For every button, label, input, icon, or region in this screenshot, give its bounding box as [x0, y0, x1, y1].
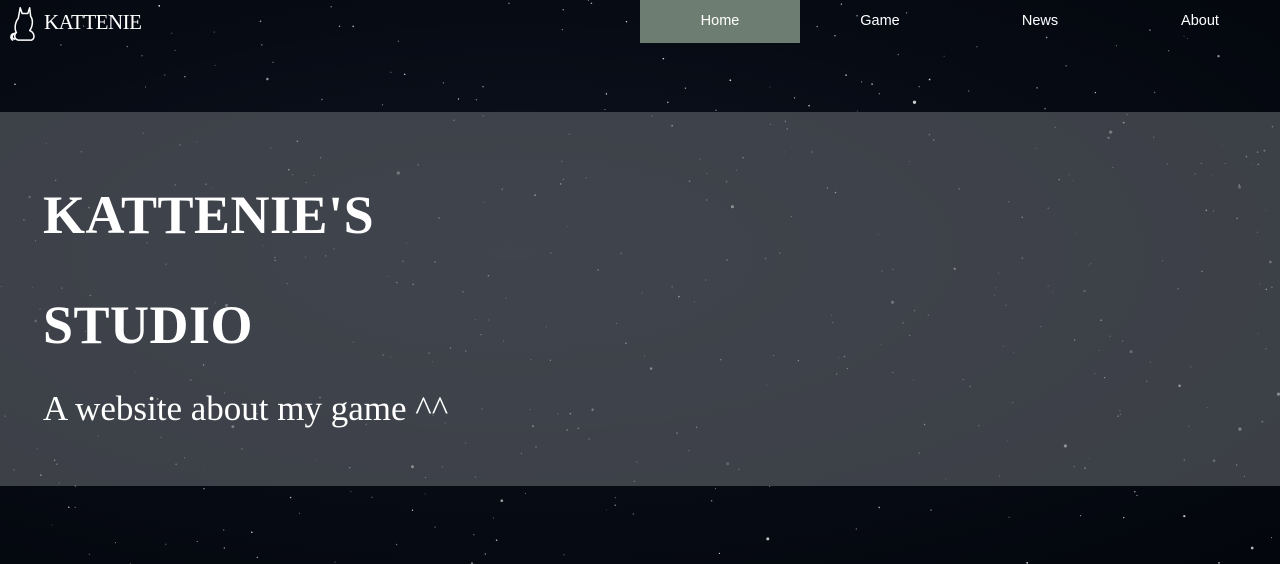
hero-subtitle: A website about my game ^^ — [43, 389, 449, 428]
nav-item-about[interactable]: About — [1120, 0, 1280, 43]
main-nav: Home Game News About — [640, 0, 1280, 43]
cat-icon — [10, 7, 35, 41]
nav-item-game[interactable]: Game — [800, 0, 960, 43]
nav-item-home[interactable]: Home — [640, 0, 800, 43]
page: KATTENIE Home Game News About KATTENIE'S… — [0, 0, 1280, 564]
navbar: KATTENIE Home Game News About — [0, 0, 1280, 43]
hero-banner: KATTENIE'S STUDIO A website about my gam… — [0, 112, 1280, 486]
hero-title: KATTENIE'S STUDIO — [43, 160, 643, 380]
hero-title-line2: STUDIO — [43, 295, 254, 355]
hero-title-line1: KATTENIE'S — [43, 185, 375, 245]
nav-item-news[interactable]: News — [960, 0, 1120, 43]
brand-logo[interactable]: KATTENIE — [8, 7, 142, 41]
brand-name: KATTENIE — [44, 10, 142, 34]
